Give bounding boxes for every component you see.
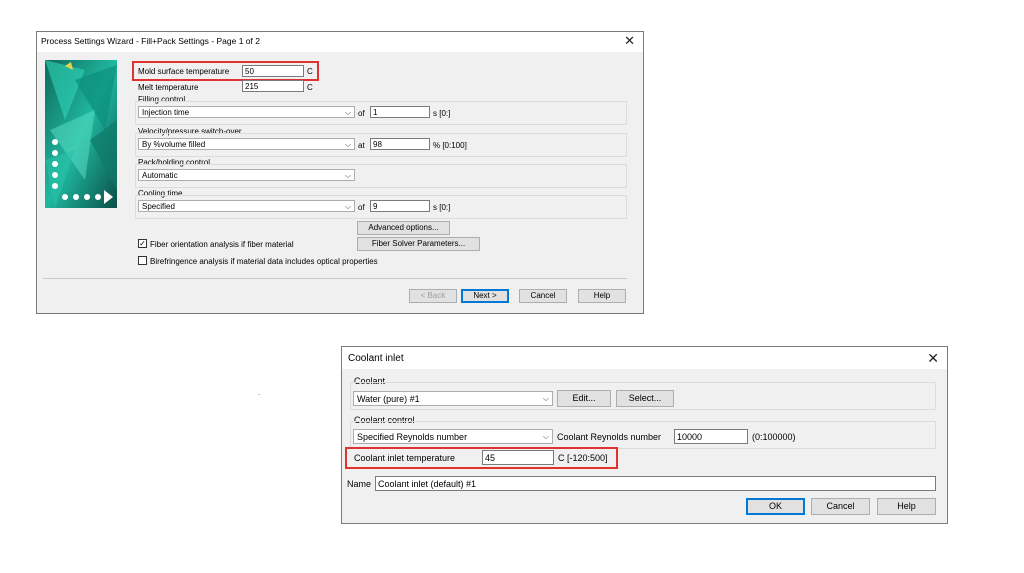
wizard-titlebar: Process Settings Wizard - Fill+Pack Sett… xyxy=(37,32,643,52)
birefringence-checkbox[interactable] xyxy=(138,256,147,265)
cooling-time-select[interactable]: Specified ⌵ xyxy=(138,200,355,212)
close-icon[interactable]: ✕ xyxy=(927,350,939,367)
coolant-control-value: Specified Reynolds number xyxy=(357,432,468,442)
vp-switch-value: By %volume filled xyxy=(142,140,206,149)
fiber-orientation-checkbox[interactable]: ✓ xyxy=(138,239,147,248)
coolant-edit-button[interactable]: Edit... xyxy=(557,390,611,407)
name-input[interactable]: Coolant inlet (default) #1 xyxy=(375,476,936,491)
filling-control-value: Injection time xyxy=(142,108,190,117)
vp-switch-input[interactable]: 98 xyxy=(370,138,430,150)
chevron-down-icon: ⌵ xyxy=(344,171,351,180)
coolant-select-button[interactable]: Select... xyxy=(616,390,674,407)
wizard-separator xyxy=(43,278,627,279)
next-button[interactable]: Next > xyxy=(461,289,509,303)
melt-temp-unit: C xyxy=(307,83,313,92)
chevron-down-icon: ⌵ xyxy=(344,202,351,211)
filling-of-label: of xyxy=(358,109,365,118)
filling-time-input[interactable]: 1 xyxy=(370,106,430,118)
reynolds-range: (0:100000) xyxy=(752,432,796,442)
chevron-down-icon: ⌵ xyxy=(344,108,351,117)
cooling-of-label: of xyxy=(358,203,365,212)
coolant-titlebar: Coolant inlet ✕ xyxy=(342,347,947,369)
fiber-orientation-label: Fiber orientation analysis if fiber mate… xyxy=(150,240,294,249)
reynolds-label: Coolant Reynolds number xyxy=(557,432,662,442)
cooling-time-range: s [0:] xyxy=(433,203,451,212)
pack-control-select[interactable]: Automatic ⌵ xyxy=(138,169,355,181)
coolant-help-button[interactable]: Help xyxy=(877,498,936,515)
close-icon[interactable]: ✕ xyxy=(624,33,635,49)
reynolds-input[interactable]: 10000 xyxy=(674,429,748,444)
coolant-cancel-button[interactable]: Cancel xyxy=(811,498,870,515)
cancel-button[interactable]: Cancel xyxy=(519,289,567,303)
vp-at-label: at xyxy=(358,141,365,150)
coolant-value: Water (pure) #1 xyxy=(357,394,420,404)
filling-time-range: s [0:] xyxy=(433,109,451,118)
wizard-graphic xyxy=(45,60,117,208)
stray-mark: . xyxy=(258,387,261,397)
ok-button[interactable]: OK xyxy=(746,498,805,515)
birefringence-label: Birefringence analysis if material data … xyxy=(150,257,378,266)
pack-control-value: Automatic xyxy=(142,171,178,180)
process-settings-wizard-dialog: Process Settings Wizard - Fill+Pack Sett… xyxy=(36,31,644,314)
melt-temp-input[interactable]: 215 xyxy=(242,80,304,92)
fiber-solver-parameters-button[interactable]: Fiber Solver Parameters... xyxy=(357,237,480,251)
cooling-time-input[interactable]: 9 xyxy=(370,200,430,212)
help-button[interactable]: Help xyxy=(578,289,626,303)
wizard-title: Process Settings Wizard - Fill+Pack Sett… xyxy=(41,36,260,46)
chevron-down-icon: ⌵ xyxy=(542,394,549,403)
name-label: Name xyxy=(347,479,372,489)
filling-control-select[interactable]: Injection time ⌵ xyxy=(138,106,355,118)
vp-switch-range: % [0:100] xyxy=(433,141,467,150)
coolant-inlet-dialog: Coolant inlet ✕ Coolant Water (pure) #1 … xyxy=(341,346,948,524)
chevron-down-icon: ⌵ xyxy=(542,432,549,441)
coolant-control-select[interactable]: Specified Reynolds number ⌵ xyxy=(353,429,553,444)
vp-switch-select[interactable]: By %volume filled ⌵ xyxy=(138,138,355,150)
inlet-temp-highlight xyxy=(345,447,618,469)
coolant-select[interactable]: Water (pure) #1 ⌵ xyxy=(353,391,553,406)
advanced-options-button[interactable]: Advanced options... xyxy=(357,221,450,235)
mold-temp-highlight xyxy=(132,61,319,81)
melt-temp-label: Melt temperature xyxy=(138,83,199,92)
chevron-down-icon: ⌵ xyxy=(344,140,351,149)
back-button[interactable]: < Back xyxy=(409,289,457,303)
cooling-time-value: Specified xyxy=(142,202,175,211)
coolant-title: Coolant inlet xyxy=(348,353,404,364)
